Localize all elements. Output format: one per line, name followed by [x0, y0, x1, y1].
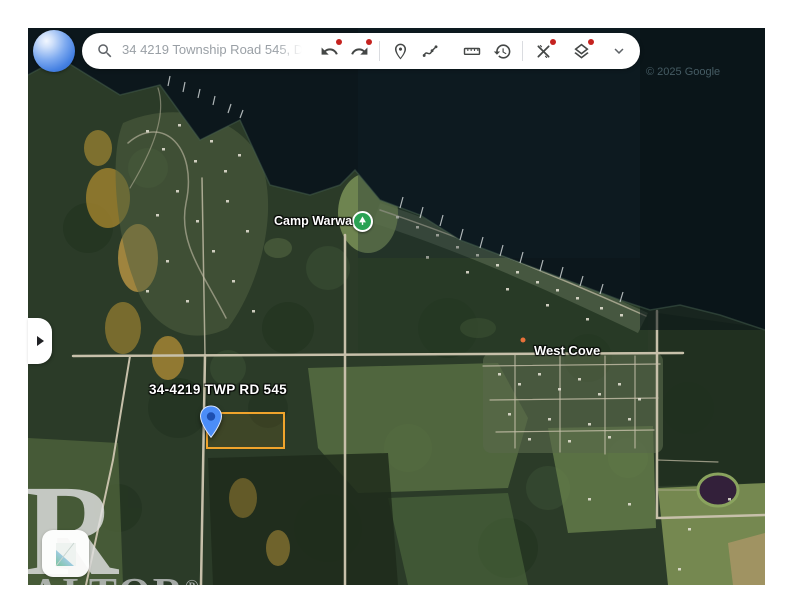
redo-notification-dot: [366, 39, 372, 45]
realtor-watermark-text: REALTOR®: [28, 570, 201, 585]
google-earth-logo[interactable]: [33, 30, 75, 72]
search-icon[interactable]: [94, 36, 116, 66]
west-cove-label: West Cove: [534, 343, 600, 358]
undo-button[interactable]: [314, 36, 344, 66]
layers-notification-dot: [588, 39, 594, 45]
map-copyright: © 2025 Google: [646, 66, 720, 78]
measure-ruler-button[interactable]: [457, 36, 487, 66]
pond: [698, 474, 738, 506]
search-input[interactable]: [122, 42, 302, 57]
camp-warwa-poi-icon[interactable]: [352, 211, 373, 232]
undo-notification-dot: [336, 39, 342, 45]
expand-panel-handle[interactable]: [28, 318, 52, 364]
toolbar-divider: [379, 41, 380, 61]
camp-warwa-label: Camp Warwa: [274, 214, 352, 228]
toolbar: [82, 33, 640, 69]
satellite-terrain: [28, 28, 765, 585]
realtor-card-icon: [50, 538, 82, 570]
chevron-right-icon: [37, 336, 44, 346]
search-input-wrap: [122, 41, 302, 61]
toolbar-divider: [522, 41, 523, 61]
property-address-label: 34-4219 TWP RD 545: [149, 382, 287, 397]
layers-button[interactable]: [566, 36, 596, 66]
satellite-map-viewport[interactable]: © 2025 Google Camp Warwa West Cove 34-42…: [28, 28, 765, 585]
location-pin-icon[interactable]: [199, 405, 223, 444]
tools-button[interactable]: [528, 36, 558, 66]
search-text-fade: [276, 41, 302, 61]
collapse-toolbar-button[interactable]: [604, 36, 634, 66]
tools-notification-dot: [550, 39, 556, 45]
draw-path-button[interactable]: [415, 36, 445, 66]
add-placemark-button[interactable]: [385, 36, 415, 66]
screenshot-frame: © 2025 Google Camp Warwa West Cove 34-42…: [0, 0, 792, 612]
redo-button[interactable]: [344, 36, 374, 66]
historical-imagery-button[interactable]: [487, 36, 517, 66]
